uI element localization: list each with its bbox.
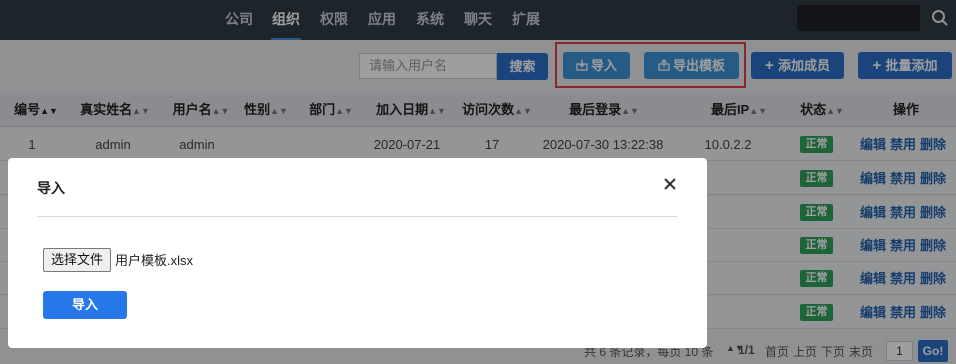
choose-file-button[interactable]: 选择文件 <box>43 248 111 272</box>
dialog-title: 导入 <box>37 180 65 196</box>
close-icon[interactable] <box>664 178 676 190</box>
dialog-import-button[interactable]: 导入 <box>43 291 127 319</box>
selected-file-name: 用户模板.xlsx <box>115 253 194 268</box>
dialog-divider <box>37 216 677 217</box>
import-dialog: 导入 选择文件 用户模板.xlsx 导入 <box>8 158 707 348</box>
